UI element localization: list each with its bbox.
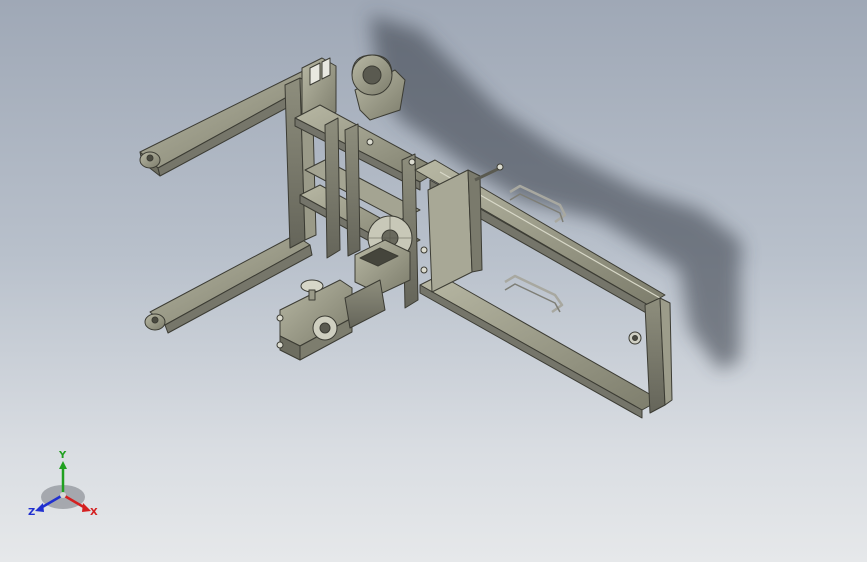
y-arrowhead	[59, 461, 67, 469]
z-axis-label: Z	[28, 507, 35, 518]
z-arrowhead	[35, 503, 44, 512]
orientation-triad[interactable]: Y X Z	[28, 450, 98, 518]
y-axis-label: Y	[58, 450, 67, 461]
bottom-bracket	[276, 279, 386, 361]
triad-origin	[60, 492, 66, 498]
3d-model-viewport[interactable]: Y X Z	[0, 0, 867, 562]
model-canvas[interactable]: Y X Z	[0, 0, 867, 562]
clamp-back-plate	[427, 169, 473, 293]
x-axis-label: X	[90, 507, 98, 518]
model-shadow	[370, 15, 745, 370]
lower-guide-handle	[504, 274, 564, 314]
